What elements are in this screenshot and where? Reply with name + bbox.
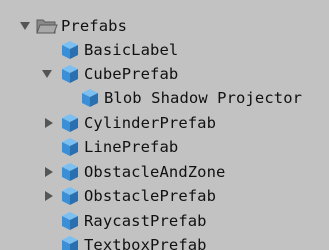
prefab-cube-icon <box>60 40 80 60</box>
tree-item-label: ObstaclePrefab <box>84 187 217 205</box>
tree-item-blob-shadow-projector[interactable]: Blob Shadow Projector <box>0 86 329 110</box>
tree-item-label: RaycastPrefab <box>84 212 207 230</box>
expand-arrow-down-icon[interactable] <box>40 67 53 80</box>
tree-item-label: LinePrefab <box>84 138 179 156</box>
tree-item-textboxprefab[interactable]: TextboxPrefab <box>0 233 329 250</box>
prefab-cube-icon <box>60 186 80 206</box>
tree-item-label: TextboxPrefab <box>84 236 207 250</box>
expand-arrow-down-icon[interactable] <box>18 19 31 32</box>
tree-item-label: Prefabs <box>61 17 128 35</box>
tree-item-lineprefab[interactable]: LinePrefab <box>0 135 329 159</box>
tree-item-cubeprefab[interactable]: CubePrefab <box>0 62 329 86</box>
tree-item-label: Blob Shadow Projector <box>104 89 303 107</box>
tree-item-raycastprefab[interactable]: RaycastPrefab <box>0 209 329 233</box>
tree-item-prefabs-folder[interactable]: Prefabs <box>0 14 329 38</box>
prefab-cube-icon <box>60 113 80 133</box>
tree-item-label: BasicLabel <box>84 41 179 59</box>
prefab-cube-icon <box>60 162 80 182</box>
folder-open-icon <box>36 16 58 36</box>
prefab-cube-icon <box>60 211 80 231</box>
tree-item-label: CubePrefab <box>84 65 179 83</box>
prefab-cube-icon <box>80 88 100 108</box>
project-hierarchy-tree: Prefabs BasicLabel CubePrefab Blob Shado… <box>0 0 329 250</box>
tree-item-label: ObstacleAndZone <box>84 163 226 181</box>
prefab-cube-icon <box>60 235 80 250</box>
tree-item-cylinderprefab[interactable]: CylinderPrefab <box>0 111 329 135</box>
tree-item-obstacleandzone[interactable]: ObstacleAndZone <box>0 160 329 184</box>
expand-arrow-right-icon[interactable] <box>42 116 55 129</box>
prefab-cube-icon <box>60 64 80 84</box>
tree-item-label: CylinderPrefab <box>84 114 217 132</box>
prefab-cube-icon <box>60 137 80 157</box>
expand-arrow-right-icon[interactable] <box>42 189 55 202</box>
tree-item-basiclabel[interactable]: BasicLabel <box>0 38 329 62</box>
tree-item-obstacleprefab[interactable]: ObstaclePrefab <box>0 184 329 208</box>
expand-arrow-right-icon[interactable] <box>42 165 55 178</box>
